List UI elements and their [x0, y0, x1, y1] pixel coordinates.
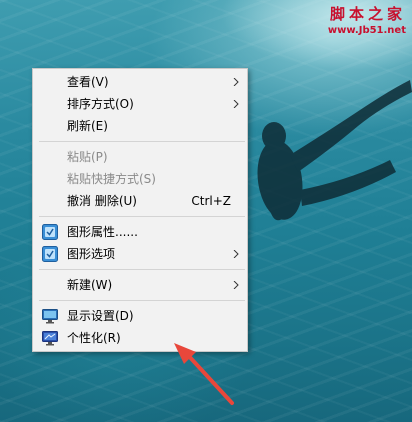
- menu-item-graphics-properties[interactable]: 图形属性......: [33, 221, 247, 243]
- swimmer-silhouette: [257, 80, 412, 221]
- menu-separator: [39, 269, 245, 270]
- menu-item-graphics-options-label: 图形选项: [67, 247, 116, 261]
- menu-item-refresh[interactable]: 刷新(E): [33, 115, 247, 137]
- menu-separator: [39, 141, 245, 142]
- chevron-right-icon: [233, 100, 239, 108]
- site-watermark: 脚本之家 www.Jb51.net: [328, 3, 406, 36]
- menu-item-new[interactable]: 新建(W): [33, 274, 247, 296]
- chevron-right-icon: [233, 281, 239, 289]
- menu-item-paste-label: 粘贴(P): [67, 150, 108, 164]
- menu-item-paste-shortcut: 粘贴快捷方式(S): [33, 168, 247, 190]
- menu-item-display-settings[interactable]: 显示设置(D): [33, 305, 247, 327]
- menu-item-graphics-properties-label: 图形属性......: [67, 225, 138, 239]
- menu-item-personalize[interactable]: 个性化(R): [33, 327, 247, 349]
- menu-item-sort-label: 排序方式(O): [67, 97, 134, 111]
- chevron-right-icon: [233, 78, 239, 86]
- menu-item-view[interactable]: 查看(V): [33, 71, 247, 93]
- menu-item-new-label: 新建(W): [67, 278, 113, 292]
- desktop-context-menu: 查看(V) 排序方式(O) 刷新(E) 粘贴(P) 粘贴快捷方式(S) 撤消 删…: [32, 68, 248, 352]
- watermark-url: www.Jb51.net: [327, 25, 406, 36]
- menu-item-display-settings-label: 显示设置(D): [67, 309, 134, 323]
- monitor-icon: [42, 309, 58, 324]
- intel-graphics-icon: [42, 224, 58, 240]
- menu-item-undo-delete[interactable]: 撤消 删除(U) Ctrl+Z: [33, 190, 247, 212]
- menu-separator: [39, 216, 245, 217]
- menu-item-personalize-label: 个性化(R): [67, 331, 121, 345]
- menu-item-undo-delete-label: 撤消 删除(U): [67, 194, 137, 208]
- menu-item-paste: 粘贴(P): [33, 146, 247, 168]
- menu-item-refresh-label: 刷新(E): [67, 119, 108, 133]
- personalize-monitor-icon: [42, 331, 58, 346]
- menu-item-paste-shortcut-label: 粘贴快捷方式(S): [67, 172, 156, 186]
- watermark-title: 脚本之家: [329, 5, 406, 23]
- desktop[interactable]: { "watermark": { "title": "脚本之家", "url":…: [0, 0, 412, 422]
- intel-graphics-icon: [42, 246, 58, 262]
- menu-separator: [39, 300, 245, 301]
- menu-item-graphics-options[interactable]: 图形选项: [33, 243, 247, 265]
- menu-item-sort[interactable]: 排序方式(O): [33, 93, 247, 115]
- menu-item-view-label: 查看(V): [67, 75, 109, 89]
- undo-shortcut-key: Ctrl+Z: [191, 194, 231, 208]
- chevron-right-icon: [233, 250, 239, 258]
